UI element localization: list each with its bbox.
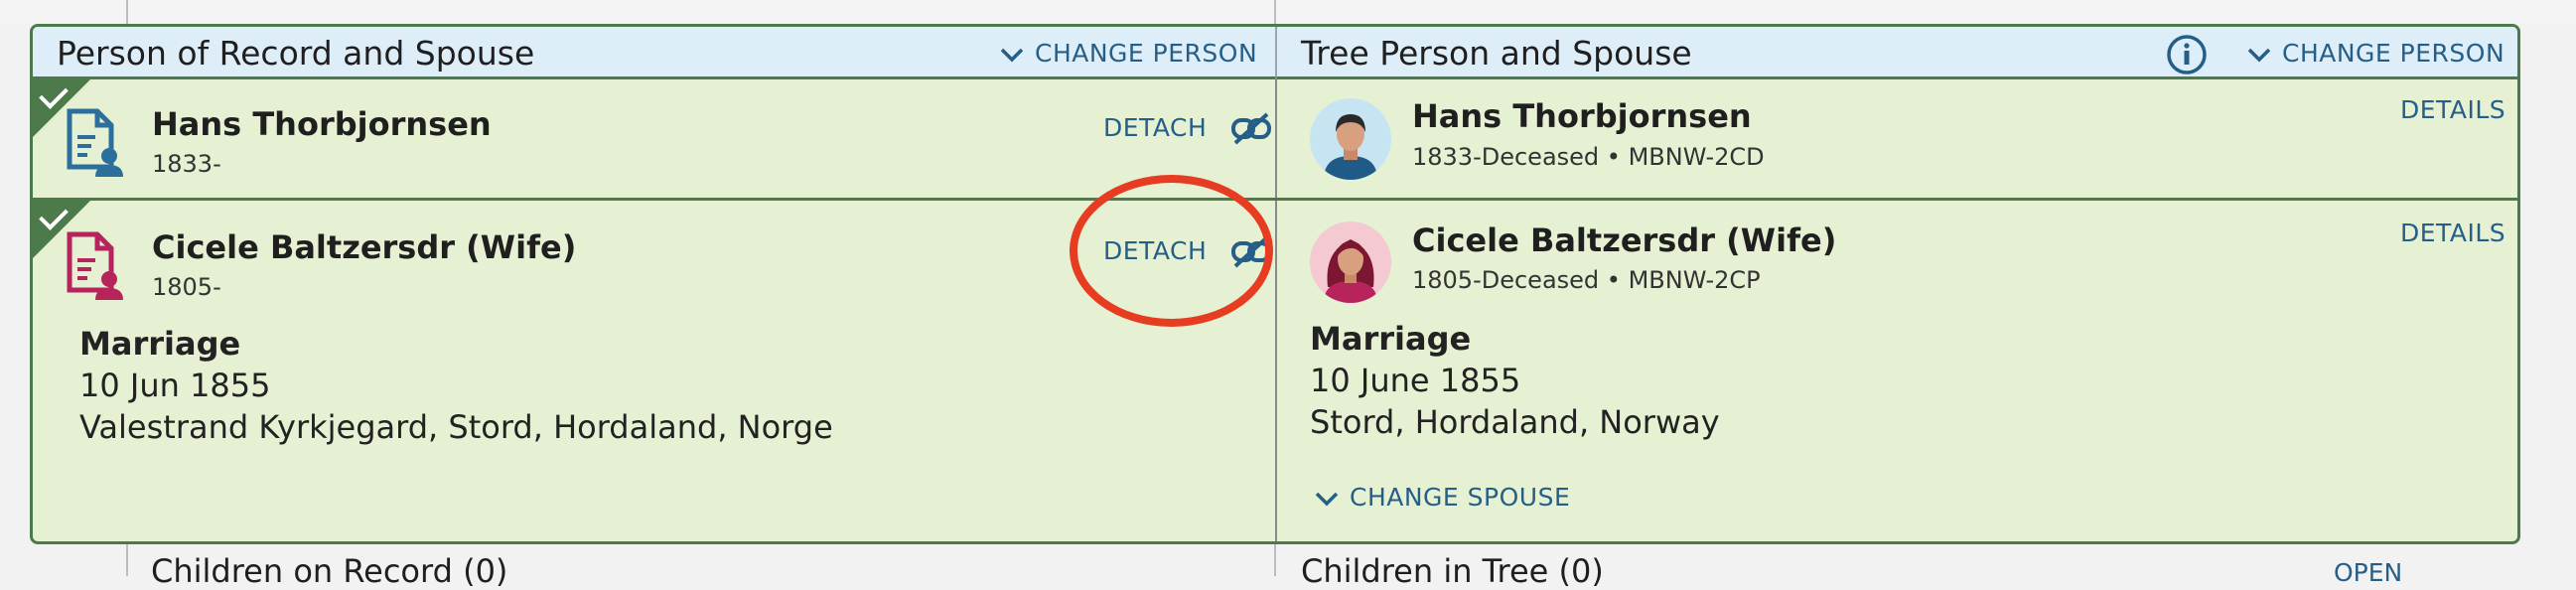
tree-spouse-dates: 1805-Deceased • MBNW-2CP (1412, 266, 1761, 294)
record-person-name: Hans Thorbjornsen (152, 105, 492, 143)
change-person-label: CHANGE PERSON (1035, 39, 1258, 68)
children-in-tree-label: Children in Tree (0) (1301, 552, 1604, 590)
unlink-icon (1230, 112, 1271, 145)
comparison-card: Person of Record and Spouse CHANGE PERSO… (30, 24, 2520, 544)
change-spouse-link[interactable]: CHANGE SPOUSE (1314, 483, 1570, 512)
record-spouse-icon (67, 231, 123, 300)
detach-person-button[interactable]: DETACH (1103, 111, 1273, 147)
change-person-tree-link[interactable]: CHANGE PERSON (2246, 39, 2504, 68)
record-spouse-name: Cicele Baltzersdr (Wife) (152, 228, 577, 266)
chevron-down-icon (1000, 48, 1024, 63)
marriage-date: 10 June 1855 (1310, 362, 1521, 399)
annotation-circle (1070, 175, 1273, 327)
record-person-dates: 1833- (152, 150, 221, 178)
column-divider (1275, 76, 1277, 541)
tree-marriage-event: Marriage 10 June 1855 Stord, Hordaland, … (1310, 318, 1720, 443)
details-spouse-link[interactable]: DETAILS (2400, 219, 2505, 247)
change-person-record-link[interactable]: CHANGE PERSON (999, 39, 1257, 68)
open-children-link[interactable]: OPEN (2334, 558, 2402, 587)
info-button[interactable] (2166, 34, 2218, 75)
marriage-date: 10 Jun 1855 (79, 367, 271, 404)
change-person-label: CHANGE PERSON (2282, 39, 2505, 68)
female-avatar-icon (1310, 221, 1391, 303)
marriage-place: Valestrand Kyrkjegard, Stord, Hordaland,… (79, 408, 833, 446)
record-marriage-event: Marriage 10 Jun 1855 Valestrand Kyrkjega… (79, 323, 833, 448)
male-avatar-icon (1310, 98, 1391, 180)
record-person-icon (67, 108, 123, 177)
marriage-title: Marriage (1310, 320, 1472, 358)
detach-label: DETACH (1103, 113, 1208, 142)
children-on-record-label: Children on Record (0) (151, 552, 508, 590)
marriage-place: Stord, Hordaland, Norway (1310, 403, 1720, 441)
top-background-strip (0, 0, 2576, 24)
chevron-down-icon (1315, 492, 1339, 507)
record-spouse-dates: 1805- (152, 273, 221, 301)
info-icon (2167, 35, 2207, 74)
tree-spouse-name: Cicele Baltzersdr (Wife) (1412, 221, 1837, 259)
row-separator (33, 198, 2517, 201)
marriage-title: Marriage (79, 325, 241, 363)
tree-person-dates: 1833-Deceased • MBNW-2CD (1412, 143, 1765, 171)
record-column-title: Person of Record and Spouse (57, 34, 535, 73)
change-spouse-label: CHANGE SPOUSE (1350, 483, 1571, 512)
header-divider (1275, 27, 1277, 76)
tree-column-title: Tree Person and Spouse (1301, 34, 1692, 73)
tree-person-name: Hans Thorbjornsen (1412, 97, 1752, 135)
chevron-down-icon (2247, 48, 2271, 63)
details-person-link[interactable]: DETAILS (2400, 95, 2505, 124)
